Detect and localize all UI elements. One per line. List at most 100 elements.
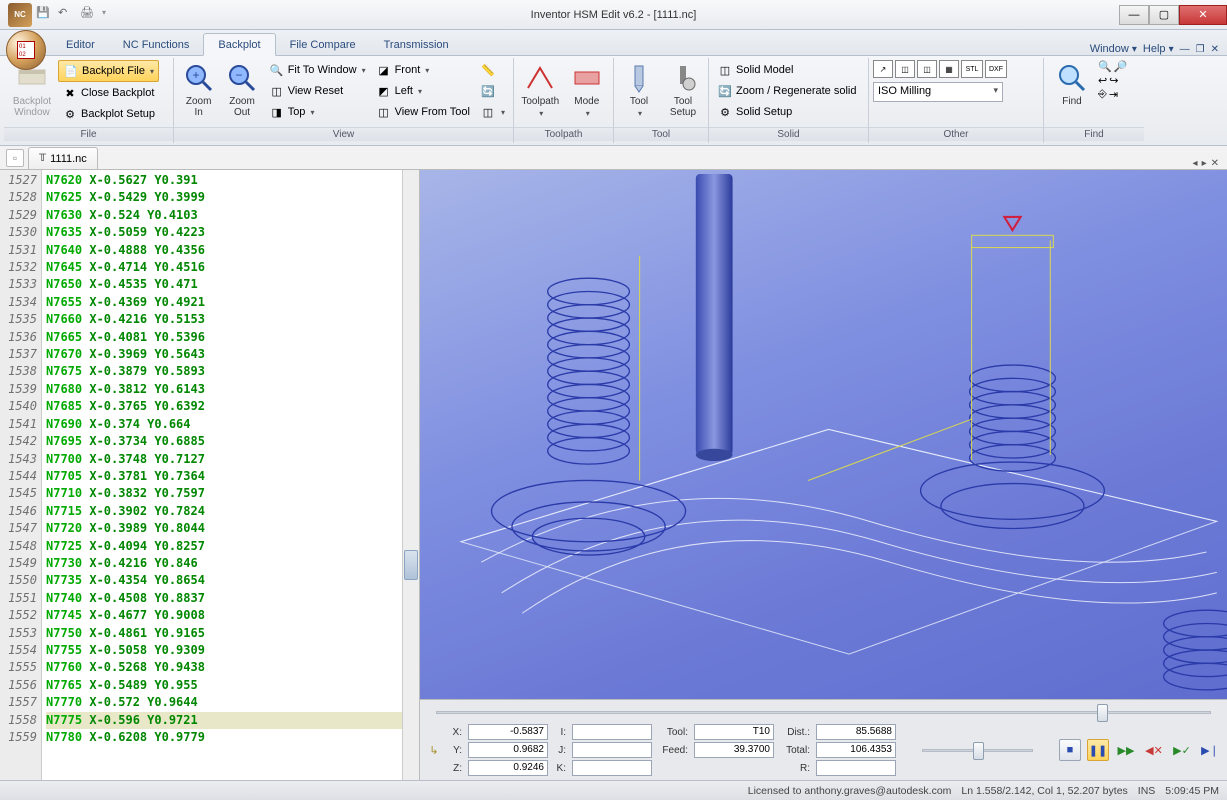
shape-button[interactable]: 🔄 xyxy=(476,81,509,101)
code-line[interactable]: N7630 X-0.524 Y0.4103 xyxy=(46,207,402,224)
code-line[interactable]: N7700 X-0.3748 Y0.7127 xyxy=(46,451,402,468)
other-icon-1[interactable]: ↗ xyxy=(873,60,893,78)
front-view-button[interactable]: ◪Front▾ xyxy=(372,60,474,80)
code-line[interactable]: N7660 X-0.4216 Y0.5153 xyxy=(46,311,402,328)
pause-button[interactable]: ❚❚ xyxy=(1087,739,1109,761)
code-line[interactable]: N7635 X-0.5059 Y0.4223 xyxy=(46,224,402,241)
solid-setup-button[interactable]: ⚙Solid Setup xyxy=(713,102,860,122)
code-line[interactable]: N7675 X-0.3879 Y0.5893 xyxy=(46,363,402,380)
tab-close[interactable]: ✕ xyxy=(1211,158,1219,169)
tool-setup-button[interactable]: Tool Setup xyxy=(662,60,704,120)
backplot-3d-viewer[interactable] xyxy=(420,170,1227,699)
tab-nav-right[interactable]: ▸ xyxy=(1202,158,1207,169)
zoom-in-button[interactable]: + Zoom In xyxy=(178,60,219,120)
solid-model-button[interactable]: ◫Solid Model xyxy=(713,60,860,80)
code-line[interactable]: N7710 X-0.3832 Y0.7597 xyxy=(46,485,402,502)
mdi-close-button[interactable]: ✕ xyxy=(1211,44,1219,55)
code-line[interactable]: N7780 X-0.6208 Y0.9779 xyxy=(46,729,402,746)
code-line[interactable]: N7645 X-0.4714 Y0.4516 xyxy=(46,259,402,276)
tab-backplot[interactable]: Backplot xyxy=(203,33,275,56)
code-line[interactable]: N7680 X-0.3812 Y0.6143 xyxy=(46,381,402,398)
code-line[interactable]: N7765 X-0.5489 Y0.955 xyxy=(46,677,402,694)
other-icon-dxf[interactable]: DXF xyxy=(985,60,1007,78)
code-line[interactable]: N7745 X-0.4677 Y0.9008 xyxy=(46,607,402,624)
backplot-setup-button[interactable]: ⚙ Backplot Setup xyxy=(58,104,159,124)
other-icon-stl[interactable]: STL xyxy=(961,60,983,78)
step-fwd-button[interactable]: ▶✓ xyxy=(1171,739,1193,761)
backplot-file-button[interactable]: 📄 Backplot File ▾ xyxy=(58,60,159,82)
find-icon-4[interactable]: ↪ xyxy=(1109,74,1118,87)
find-icon-1[interactable]: 🔍 xyxy=(1098,60,1112,73)
mdi-restore-button[interactable]: ❐ xyxy=(1196,44,1205,55)
other-icon-4[interactable]: ▦ xyxy=(939,60,959,78)
code-editor[interactable]: N7620 X-0.5627 Y0.391N7625 X-0.5429 Y0.3… xyxy=(42,170,402,780)
code-line[interactable]: N7625 X-0.5429 Y0.3999 xyxy=(46,189,402,206)
app-menu-button[interactable]: 0102 xyxy=(6,30,46,70)
menu-window[interactable]: Window ▾ xyxy=(1090,43,1137,55)
code-line[interactable]: N7665 X-0.4081 Y0.5396 xyxy=(46,329,402,346)
code-line[interactable]: N7620 X-0.5627 Y0.391 xyxy=(46,172,402,189)
ruler-button[interactable]: 📏 xyxy=(476,60,509,80)
close-button[interactable]: ✕ xyxy=(1179,5,1227,25)
tab-nav-left[interactable]: ◂ xyxy=(1193,158,1198,169)
close-backplot-button[interactable]: ✖ Close Backplot xyxy=(58,83,159,103)
maximize-button[interactable]: ▢ xyxy=(1149,5,1179,25)
code-line[interactable]: N7650 X-0.4535 Y0.471 xyxy=(46,276,402,293)
code-line[interactable]: N7735 X-0.4354 Y0.8654 xyxy=(46,572,402,589)
qat-save-icon[interactable]: 💾 xyxy=(36,6,54,24)
qat-dropdown-icon[interactable] xyxy=(102,6,120,24)
code-line[interactable]: N7695 X-0.3734 Y0.6885 xyxy=(46,433,402,450)
code-line[interactable]: N7685 X-0.3765 Y0.6392 xyxy=(46,398,402,415)
code-line[interactable]: N7655 X-0.4369 Y0.4921 xyxy=(46,294,402,311)
find-icon-5[interactable]: ⎆ xyxy=(1098,88,1107,101)
skip-end-button[interactable]: ▶❘ xyxy=(1199,739,1221,761)
view-from-tool-button[interactable]: ◫View From Tool xyxy=(372,102,474,122)
code-line[interactable]: N7690 X-0.374 Y0.664 xyxy=(46,416,402,433)
zoom-regen-button[interactable]: 🔄Zoom / Regenerate solid xyxy=(713,81,860,101)
code-vertical-scrollbar[interactable] xyxy=(402,170,419,780)
view-reset-button[interactable]: ◫View Reset xyxy=(265,81,370,101)
tab-transmission[interactable]: Transmission xyxy=(370,34,463,55)
progress-slider[interactable] xyxy=(426,704,1221,720)
mode-button[interactable]: Mode▾ xyxy=(565,60,610,120)
progress-thumb[interactable] xyxy=(1097,704,1108,722)
code-line[interactable]: N7725 X-0.4094 Y0.8257 xyxy=(46,538,402,555)
find-icon-3[interactable]: ↩ xyxy=(1098,74,1107,87)
zoom-out-button[interactable]: − Zoom Out xyxy=(221,60,262,120)
code-line[interactable]: N7730 X-0.4216 Y0.846 xyxy=(46,555,402,572)
cube-iso-button[interactable]: ◫▾ xyxy=(476,102,509,122)
code-line[interactable]: N7670 X-0.3969 Y0.5643 xyxy=(46,346,402,363)
tool-button[interactable]: Tool▾ xyxy=(618,60,660,120)
find-icon-6[interactable]: ⇥ xyxy=(1109,88,1118,101)
code-line[interactable]: N7715 X-0.3902 Y0.7824 xyxy=(46,503,402,520)
new-document-button[interactable]: ▫ xyxy=(6,149,24,167)
tab-editor[interactable]: Editor xyxy=(52,34,109,55)
step-back-button[interactable]: ◀✕ xyxy=(1143,739,1165,761)
left-view-button[interactable]: ◩Left▾ xyxy=(372,81,474,101)
menu-help[interactable]: Help ▾ xyxy=(1143,43,1174,55)
tab-nc-functions[interactable]: NC Functions xyxy=(109,34,204,55)
other-icon-2[interactable]: ◫ xyxy=(895,60,915,78)
other-icon-3[interactable]: ◫ xyxy=(917,60,937,78)
qat-undo-icon[interactable]: ↶ xyxy=(58,6,76,24)
toolpath-button[interactable]: Toolpath▾ xyxy=(518,60,563,120)
code-line[interactable]: N7760 X-0.5268 Y0.9438 xyxy=(46,659,402,676)
minimize-button[interactable]: — xyxy=(1119,5,1149,25)
stop-button[interactable]: ■ xyxy=(1059,739,1081,761)
code-line[interactable]: N7720 X-0.3989 Y0.8044 xyxy=(46,520,402,537)
code-line[interactable]: N7770 X-0.572 Y0.9644 xyxy=(46,694,402,711)
top-view-button[interactable]: ◨Top▾ xyxy=(265,102,370,122)
speed-slider[interactable] xyxy=(912,742,1043,758)
code-line[interactable]: N7640 X-0.4888 Y0.4356 xyxy=(46,242,402,259)
scrollbar-thumb[interactable] xyxy=(404,550,418,580)
play-fwd-button[interactable]: ▶▶ xyxy=(1115,739,1137,761)
code-line[interactable]: N7755 X-0.5058 Y0.9309 xyxy=(46,642,402,659)
machine-type-combo[interactable]: ISO Milling xyxy=(873,82,1003,102)
code-line[interactable]: N7740 X-0.4508 Y0.8837 xyxy=(46,590,402,607)
code-line[interactable]: N7705 X-0.3781 Y0.7364 xyxy=(46,468,402,485)
speed-thumb[interactable] xyxy=(973,742,984,760)
mdi-minimize-button[interactable]: — xyxy=(1180,44,1190,55)
document-tab[interactable]: 𝕋 1111.nc xyxy=(28,147,98,169)
code-line[interactable]: N7775 X-0.596 Y0.9721 xyxy=(46,712,402,729)
fit-to-window-button[interactable]: 🔍Fit To Window▾ xyxy=(265,60,370,80)
